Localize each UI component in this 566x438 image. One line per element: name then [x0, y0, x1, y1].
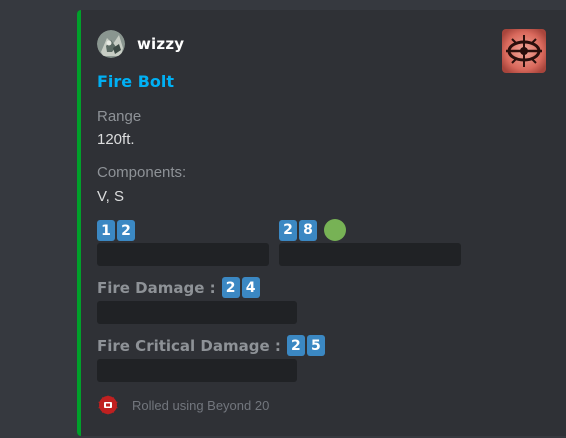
fire-bolt-thumbnail[interactable]: [502, 29, 546, 73]
digit-icon: 2: [286, 335, 305, 356]
roll-embed: wizzy Fire Bolt Range 120ft. Components:: [77, 10, 566, 436]
components-value: V, S: [97, 188, 124, 205]
embed-author: wizzy: [97, 30, 184, 58]
fire-crit-digits: 2 5: [286, 335, 325, 356]
attack-roll-2-spoiler[interactable]: [279, 243, 461, 266]
components-label: Components:: [97, 164, 187, 181]
digit-icon: 8: [299, 219, 317, 241]
attack-roll-1-digits: 1 2: [97, 220, 135, 241]
green-circle-icon: [324, 219, 346, 241]
embed-title[interactable]: Fire Bolt: [97, 72, 174, 91]
fire-damage-digits: 2 4: [221, 277, 260, 298]
digit-icon: 2: [221, 277, 240, 298]
digit-icon: 5: [306, 335, 325, 356]
fire-bolt-spell-icon: [502, 29, 546, 73]
fire-damage-row: Fire Damage : 2 4: [97, 277, 260, 298]
attack-roll-2-digits: 2 8: [279, 219, 346, 241]
embed-footer: Rolled using Beyond 20: [97, 394, 269, 416]
digit-icon: 4: [241, 277, 260, 298]
fire-crit-row: Fire Critical Damage : 2 5: [97, 335, 325, 356]
attack-roll-1-spoiler[interactable]: [97, 243, 269, 266]
range-label: Range: [97, 108, 142, 125]
digit-icon: 2: [279, 219, 297, 241]
footer-text: Rolled using Beyond 20: [132, 397, 270, 413]
range-value: 120ft.: [97, 131, 135, 148]
digit-icon: 1: [97, 220, 115, 241]
fire-damage-spoiler[interactable]: [97, 301, 297, 324]
fire-damage-label: Fire Damage :: [97, 278, 216, 297]
author-name[interactable]: wizzy: [137, 35, 184, 53]
wizard-avatar-icon[interactable]: [97, 30, 125, 58]
embed-accent-bar: [77, 10, 81, 436]
beyond20-logo-icon: [98, 395, 118, 415]
fire-crit-label: Fire Critical Damage :: [97, 336, 281, 355]
digit-icon: 2: [117, 220, 135, 241]
fire-crit-spoiler[interactable]: [97, 359, 297, 382]
